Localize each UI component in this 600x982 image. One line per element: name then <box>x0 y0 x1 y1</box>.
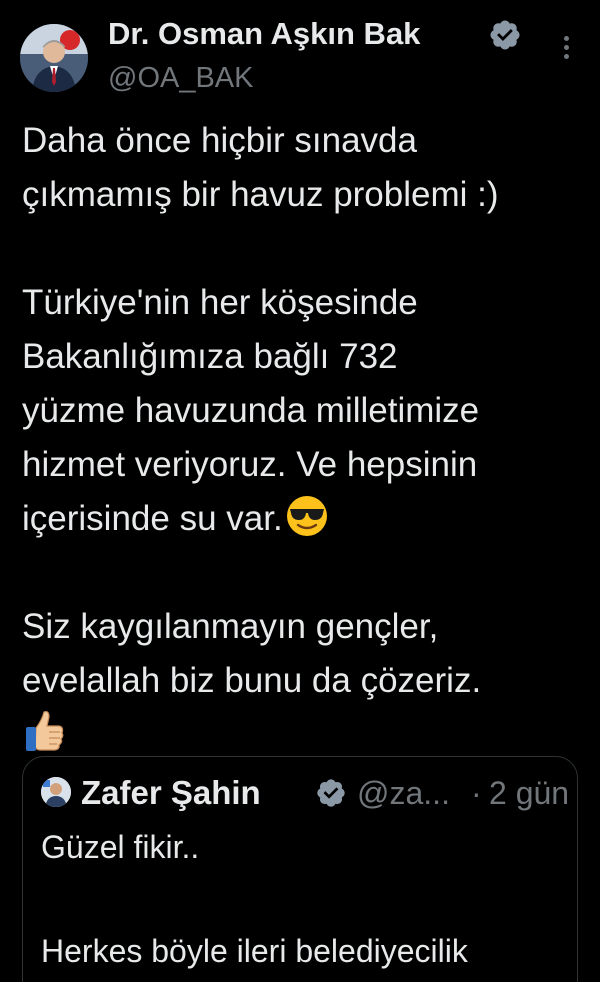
tweet-text: Daha önce hiçbir sınavda çıkmamış bir ha… <box>22 114 582 762</box>
tweet-line: Bakanlığımıza bağlı 732 <box>22 337 398 376</box>
tweet: Dr. Osman Aşkın Bak @OA_BAK Daha önce hi… <box>0 0 600 982</box>
tweet-line-gap <box>22 546 582 600</box>
quoted-author-avatar[interactable] <box>41 777 71 807</box>
tweet-line-text: içerisinde su var. <box>22 499 283 538</box>
quoted-author-handle[interactable]: @za... <box>357 773 450 813</box>
author-avatar[interactable] <box>20 24 88 92</box>
quoted-tweet-timestamp[interactable]: 2 gün <box>489 773 569 813</box>
quoted-tweet-line: Güzel fikir.. <box>41 829 200 865</box>
tweet-line: içerisinde su var. <box>22 492 582 546</box>
tweet-line: Türkiye'nin her köşesinde <box>22 283 418 322</box>
tweet-line-gap <box>22 222 582 276</box>
tweet-line: çıkmamış bir havuz problemi :) <box>22 175 499 214</box>
separator-dot: · <box>471 775 482 811</box>
sunglasses-emoji-icon <box>286 496 327 536</box>
verified-badge-icon <box>317 779 345 807</box>
tweet-line: Daha önce hiçbir sınavda <box>22 121 417 160</box>
author-handle[interactable]: @OA_BAK <box>108 58 254 98</box>
tweet-line: Siz kaygılanmayın gençler, <box>22 607 439 646</box>
quoted-tweet-line-gap <box>41 873 571 925</box>
author-name[interactable]: Dr. Osman Aşkın Bak <box>108 14 420 54</box>
more-options-icon[interactable] <box>556 36 576 66</box>
thumbs-up-emoji-icon <box>26 710 64 751</box>
verified-badge-icon <box>490 20 520 50</box>
quoted-author-name[interactable]: Zafer Şahin <box>81 773 261 813</box>
tweet-line-emoji <box>22 708 582 762</box>
tweet-line: evelallah biz bunu da çözeriz. <box>22 661 482 700</box>
quoted-tweet-text: Güzel fikir.. Herkes böyle ileri belediy… <box>41 821 571 977</box>
quoted-tweet-line: Herkes böyle ileri belediyecilik <box>41 933 468 969</box>
tweet-line: yüzme havuzunda milletimize <box>22 391 480 430</box>
tweet-line: hizmet veriyoruz. Ve hepsinin <box>22 445 478 484</box>
quoted-tweet[interactable]: Zafer Şahin @za... · 2 gün Güzel fikir..… <box>22 756 578 982</box>
